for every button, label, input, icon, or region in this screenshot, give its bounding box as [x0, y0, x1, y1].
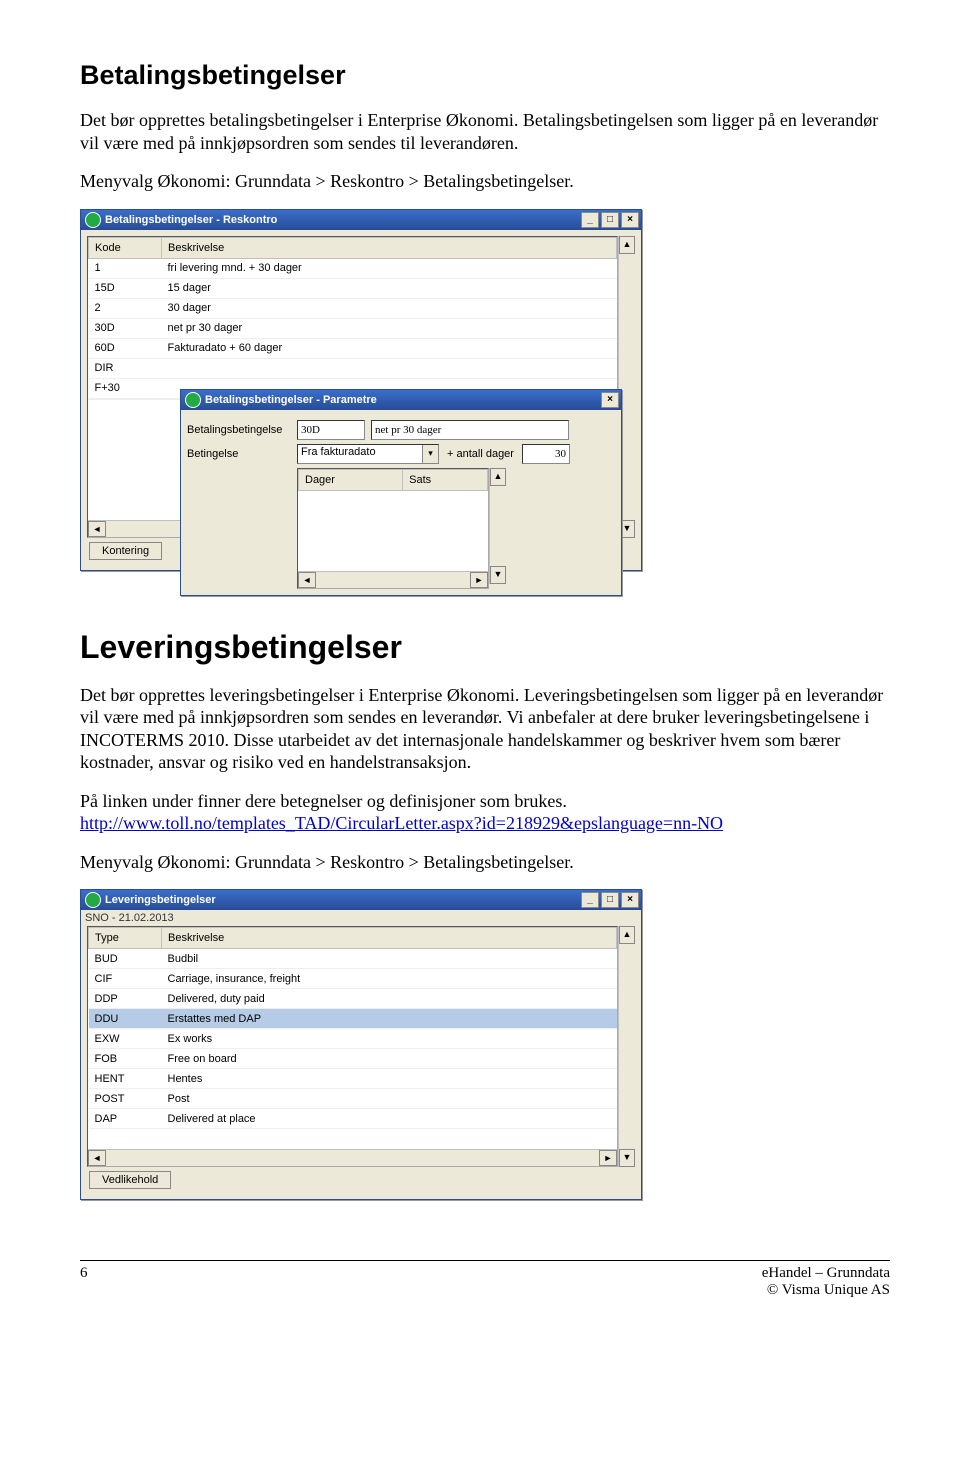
table-row[interactable]: EXWEx works — [89, 1029, 617, 1049]
table-row[interactable]: 30Dnet pr 30 dager — [89, 318, 617, 338]
vscrollbar[interactable]: ▲▼ — [618, 926, 635, 1167]
input-code[interactable] — [297, 420, 365, 440]
table-row[interactable]: CIFCarriage, insurance, freight — [89, 969, 617, 989]
table-row[interactable]: 230 dager — [89, 298, 617, 318]
hscrollbar[interactable]: ◄► — [88, 1149, 617, 1166]
para-betalings-menu: Menyvalg Økonomi: Grunndata > Reskontro … — [80, 170, 890, 193]
page-footer: 6 eHandel – Grunndata © Visma Unique AS — [80, 1260, 890, 1303]
label-betingelse: Betingelse — [187, 448, 297, 460]
input-desc[interactable] — [371, 420, 569, 440]
table-row[interactable]: HENTHentes — [89, 1069, 617, 1089]
footer-line2: © Visma Unique AS — [767, 1282, 890, 1298]
combo-betingelse[interactable]: Fra fakturadato ▾ — [297, 444, 439, 464]
table-row[interactable]: DDPDelivered, duty paid — [89, 989, 617, 1009]
footer-line1: eHandel – Grunndata — [762, 1265, 890, 1281]
maximize-button[interactable]: □ — [601, 212, 619, 228]
table-row[interactable]: FOBFree on board — [89, 1049, 617, 1069]
vscrollbar[interactable]: ▲▼ — [489, 468, 506, 584]
window-title: Leveringsbetingelser — [105, 894, 579, 906]
label-betalingsbetingelse: Betalingsbetingelse — [187, 424, 297, 436]
table-row[interactable]: POSTPost — [89, 1089, 617, 1109]
app-icon — [85, 212, 101, 228]
col-dager[interactable]: Dager — [299, 469, 403, 490]
table-row[interactable]: DIR — [89, 358, 617, 378]
window-title: Betalingsbetingelser - Parametre — [205, 394, 599, 406]
kontering-button[interactable]: Kontering — [89, 542, 162, 560]
table-row[interactable]: 1fri levering mnd. + 30 dager — [89, 258, 617, 278]
col-kode[interactable]: Kode — [89, 237, 162, 258]
para-levering-1: Det bør opprettes leveringsbetingelser i… — [80, 684, 890, 774]
chevron-down-icon[interactable]: ▾ — [422, 445, 438, 463]
table-row[interactable]: 60DFakturadato + 60 dager — [89, 338, 617, 358]
page-number: 6 — [80, 1265, 100, 1299]
table-row[interactable]: DAPDelivered at place — [89, 1109, 617, 1129]
window-subinfo: SNO - 21.02.2013 — [81, 910, 641, 926]
app-icon — [85, 892, 101, 908]
input-antall-dager[interactable] — [522, 444, 570, 464]
window-leveringsbetingelser: Leveringsbetingelser _ □ × SNO - 21.02.2… — [80, 889, 642, 1200]
maximize-button[interactable]: □ — [601, 892, 619, 908]
window-betalings-parametre: Betalingsbetingelser - Parametre × Betal… — [180, 389, 622, 596]
close-button[interactable]: × — [601, 392, 619, 408]
para-betalings-1: Det bør opprettes betalingsbetingelser i… — [80, 109, 890, 154]
table-row[interactable]: DDUErstattes med DAP — [89, 1009, 617, 1029]
col-beskrivelse[interactable]: Beskrivelse — [162, 237, 617, 258]
heading-betalingsbetingelser: Betalingsbetingelser — [80, 60, 890, 91]
heading-leveringsbetingelser: Leveringsbetingelser — [80, 629, 890, 666]
col-type[interactable]: Type — [89, 928, 162, 949]
close-button[interactable]: × — [621, 212, 639, 228]
vedlikehold-button[interactable]: Vedlikehold — [89, 1171, 171, 1189]
hscrollbar[interactable]: ◄► — [298, 571, 488, 588]
col-beskrivelse[interactable]: Beskrivelse — [162, 928, 617, 949]
para-levering-link: På linken under finner dere betegnelser … — [80, 790, 890, 835]
col-sats[interactable]: Sats — [403, 469, 488, 490]
toll-link[interactable]: http://www.toll.no/templates_TAD/Circula… — [80, 813, 723, 833]
label-antall-dager: + antall dager — [447, 448, 514, 460]
close-button[interactable]: × — [621, 892, 639, 908]
table-row[interactable]: 15D15 dager — [89, 278, 617, 298]
minimize-button[interactable]: _ — [581, 212, 599, 228]
minimize-button[interactable]: _ — [581, 892, 599, 908]
table-row[interactable]: BUDBudbil — [89, 949, 617, 969]
app-icon — [185, 392, 201, 408]
para-levering-menu: Menyvalg Økonomi: Grunndata > Reskontro … — [80, 851, 890, 874]
window-title: Betalingsbetingelser - Reskontro — [105, 214, 579, 226]
